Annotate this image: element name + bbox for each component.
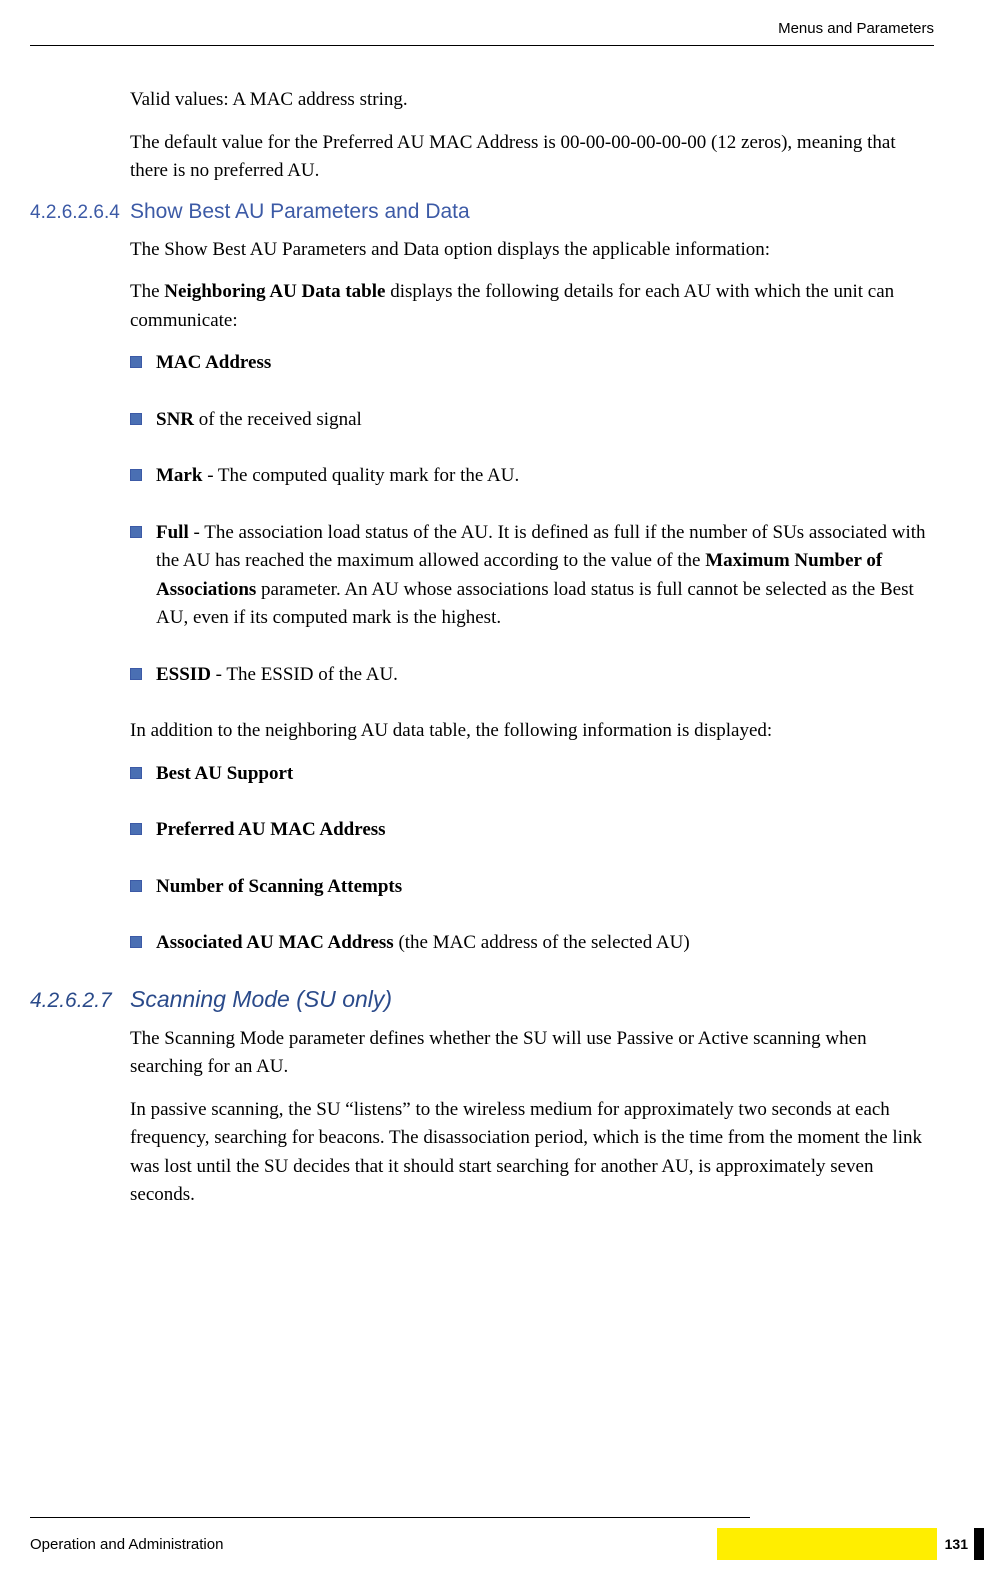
section-number: 4.2.6.2.6.4 [30,202,130,224]
bullet-square-icon [130,469,142,481]
section-heading-scanning-mode: 4.2.6.2.7 Scanning Mode (SU only) [30,986,934,1013]
section-number: 4.2.6.2.7 [30,989,130,1013]
section-title: Scanning Mode (SU only) [130,986,392,1013]
footer-black-bar [974,1528,984,1560]
list-item: Best AU Support [130,760,934,789]
text: of the received signal [194,409,362,430]
text-bold: SNR [156,409,194,430]
text: The [130,281,164,302]
paragraph: In addition to the neighboring AU data t… [130,717,934,746]
text-bold: Mark [156,465,202,486]
paragraph: The Scanning Mode parameter defines whet… [130,1025,934,1082]
page-footer: Operation and Administration 131 [30,1517,984,1580]
text-bold: ESSID [156,664,211,685]
section-title: Show Best AU Parameters and Data [130,200,470,224]
text-bold: Neighboring AU Data table [164,281,385,302]
list-item: Associated AU MAC Address (the MAC addre… [130,929,934,958]
list-item: Mark - The computed quality mark for the… [130,462,934,491]
list-item: Preferred AU MAC Address [130,816,934,845]
bullet-square-icon [130,767,142,779]
list-item: ESSID - The ESSID of the AU. [130,661,934,690]
bullet-square-icon [130,413,142,425]
text-bold: Associated AU MAC Address [156,932,394,953]
paragraph: The Neighboring AU Data table displays t… [130,278,934,335]
footer-document-title: Operation and Administration [30,1536,223,1553]
text: parameter. An AU whose associations load… [156,579,914,629]
bullet-square-icon [130,936,142,948]
text: (the MAC address of the selected AU) [394,932,690,953]
list-item: SNR of the received signal [130,406,934,435]
footer-yellow-bar [717,1528,937,1560]
list-item: Full - The association load status of th… [130,519,934,633]
paragraph: In passive scanning, the SU “listens” to… [130,1096,934,1210]
bullet-square-icon [130,823,142,835]
text: - The ESSID of the AU. [211,664,398,685]
page-number: 131 [945,1536,968,1552]
paragraph-valid-values: Valid values: A MAC address string. [130,86,934,115]
paragraph-default-value: The default value for the Preferred AU M… [130,129,934,186]
list-item: Number of Scanning Attempts [130,873,934,902]
footer-divider [30,1517,750,1518]
text-bold: Full [156,522,189,543]
bullet-square-icon [130,668,142,680]
section-heading-show-best-au: 4.2.6.2.6.4 Show Best AU Parameters and … [30,200,934,224]
text-bold: MAC Address [156,352,271,373]
paragraph: The Show Best AU Parameters and Data opt… [130,236,934,265]
list-item: MAC Address [130,349,934,378]
text-bold: Preferred AU MAC Address [156,819,386,840]
header-chapter-title: Menus and Parameters [30,20,934,46]
bullet-square-icon [130,356,142,368]
text: - The computed quality mark for the AU. [202,465,519,486]
text-bold: Best AU Support [156,763,293,784]
text-bold: Number of Scanning Attempts [156,876,402,897]
bullet-square-icon [130,526,142,538]
bullet-square-icon [130,880,142,892]
